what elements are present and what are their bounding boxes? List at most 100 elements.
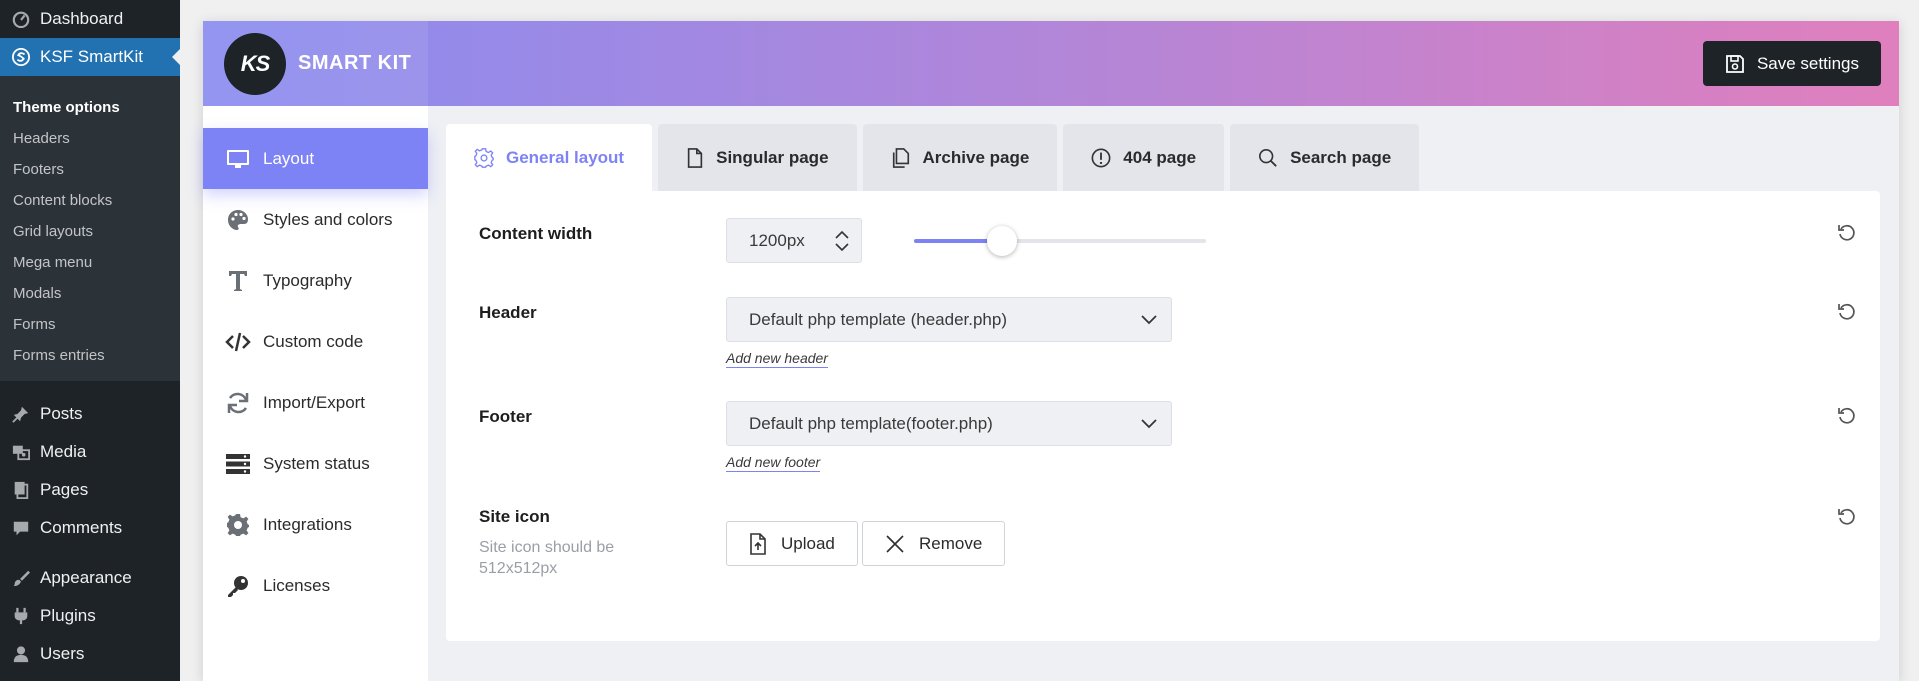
- media-icon: [11, 442, 31, 462]
- nav-label: Custom code: [263, 331, 364, 351]
- wp-submenu-headers[interactable]: Headers: [0, 123, 180, 154]
- content-width-slider[interactable]: [914, 226, 1206, 256]
- files-icon: [891, 147, 911, 168]
- reset-header-icon[interactable]: [1837, 302, 1857, 322]
- footer-label: Footer: [479, 407, 532, 426]
- nav-label: Layout: [263, 148, 315, 168]
- wp-submenu-modals[interactable]: Modals: [0, 278, 180, 309]
- chevron-down-icon[interactable]: [835, 242, 849, 252]
- nav-item-import-export[interactable]: Import/Export: [203, 372, 428, 433]
- general-layout-card: Content width 1200px Header Default php …: [446, 191, 1880, 641]
- tab-label: 404 page: [1123, 147, 1197, 167]
- plugin-icon: [11, 606, 31, 626]
- wp-menu-media[interactable]: Media: [0, 433, 180, 471]
- add-new-header-link[interactable]: Add new header: [726, 349, 828, 368]
- brush-icon: [11, 568, 31, 588]
- smartkit-icon: [11, 47, 31, 67]
- wp-menu-appearance[interactable]: Appearance: [0, 559, 180, 597]
- tab-404-page[interactable]: 404 page: [1063, 124, 1225, 191]
- content-width-row: Content width 1200px: [479, 218, 1880, 268]
- wp-submenu: Theme options Headers Footers Content bl…: [0, 76, 180, 381]
- wp-menu-label: Comments: [40, 518, 123, 537]
- server-icon: [225, 451, 251, 477]
- plugin-nav: Layout Styles and colors Typography Cust…: [203, 106, 428, 681]
- footer-select-value: Default php template(footer.php): [749, 413, 993, 433]
- nav-label: System status: [263, 453, 370, 473]
- wp-menu-users[interactable]: Users: [0, 635, 180, 673]
- palette-icon: [225, 207, 251, 233]
- wp-submenu-mega-menu[interactable]: Mega menu: [0, 247, 180, 278]
- nav-label: Typography: [263, 270, 352, 290]
- reset-content-width-icon[interactable]: [1837, 223, 1857, 243]
- footer-row: Footer Default php template(footer.php) …: [479, 401, 1880, 481]
- nav-item-custom-code[interactable]: Custom code: [203, 311, 428, 372]
- nav-item-licenses[interactable]: Licenses: [203, 555, 428, 616]
- wp-submenu-theme-options[interactable]: Theme options: [0, 92, 180, 123]
- nav-item-styles-and-colors[interactable]: Styles and colors: [203, 189, 428, 250]
- nav-item-integrations[interactable]: Integrations: [203, 494, 428, 555]
- wp-submenu-footers[interactable]: Footers: [0, 154, 180, 185]
- tab-label: Search page: [1290, 147, 1392, 167]
- pages-icon: [11, 480, 31, 500]
- wp-submenu-forms-entries[interactable]: Forms entries: [0, 340, 180, 371]
- header-banner: KS SMART KIT Save settings: [203, 21, 1899, 106]
- chevron-up-icon[interactable]: [835, 230, 849, 239]
- brand-logo: KS: [224, 32, 286, 95]
- code-icon: [225, 329, 251, 355]
- wp-menu-pages[interactable]: Pages: [0, 471, 180, 509]
- nav-label: Licenses: [263, 575, 331, 595]
- wp-submenu-content-blocks[interactable]: Content blocks: [0, 185, 180, 216]
- wp-menu-comments[interactable]: Comments: [0, 509, 180, 547]
- nav-item-layout[interactable]: Layout: [203, 128, 428, 189]
- wp-menu-plugins[interactable]: Plugins: [0, 597, 180, 635]
- nav-item-system-status[interactable]: System status: [203, 433, 428, 494]
- header-select[interactable]: Default php template (header.php): [726, 297, 1172, 342]
- tab-general-layout[interactable]: General layout: [446, 124, 653, 191]
- wp-menu-posts[interactable]: Posts: [0, 395, 180, 433]
- tab-label: General layout: [506, 147, 625, 167]
- nav-label: Integrations: [263, 514, 352, 534]
- slider-thumb[interactable]: [986, 226, 1017, 256]
- wp-menu-label: Pages: [40, 480, 89, 499]
- content-width-input[interactable]: 1200px: [726, 218, 862, 263]
- site-icon-row: Site icon Site icon should be 512x512px …: [479, 507, 1880, 617]
- nav-label: Import/Export: [263, 392, 366, 412]
- reset-footer-icon[interactable]: [1837, 406, 1857, 426]
- nav-label: Styles and colors: [263, 209, 393, 229]
- user-icon: [11, 644, 31, 664]
- wp-admin-sidebar: Dashboard KSF SmartKit Theme options Hea…: [0, 0, 180, 681]
- footer-select[interactable]: Default php template(footer.php): [726, 401, 1172, 446]
- monitor-icon: [225, 146, 251, 172]
- wp-menu-label: Media: [40, 442, 87, 461]
- save-settings-label: Save settings: [1756, 53, 1859, 73]
- wp-menu-label: KSF SmartKit: [40, 47, 143, 66]
- pin-icon: [11, 404, 31, 424]
- remove-button[interactable]: Remove: [862, 521, 1006, 566]
- typography-icon: [225, 268, 251, 294]
- wp-submenu-forms[interactable]: Forms: [0, 309, 180, 340]
- wp-menu-label: Plugins: [40, 606, 96, 625]
- wp-menu-smartkit[interactable]: KSF SmartKit: [0, 38, 180, 76]
- save-settings-button[interactable]: Save settings: [1702, 41, 1881, 86]
- reset-site-icon-icon[interactable]: [1837, 507, 1857, 527]
- content-width-value: 1200px: [749, 230, 805, 250]
- upload-button[interactable]: Upload: [726, 521, 858, 566]
- upload-file-icon: [749, 532, 767, 555]
- wp-submenu-grid-layouts[interactable]: Grid layouts: [0, 216, 180, 247]
- content-width-label: Content width: [479, 224, 593, 243]
- alert-icon: [1091, 148, 1111, 168]
- save-icon: [1725, 54, 1745, 74]
- wp-menu-label: Users: [40, 644, 85, 663]
- tab-archive-page[interactable]: Archive page: [862, 124, 1058, 191]
- tab-search-page[interactable]: Search page: [1230, 124, 1420, 191]
- add-new-footer-link[interactable]: Add new footer: [726, 453, 821, 472]
- tab-singular-page[interactable]: Singular page: [658, 124, 857, 191]
- brand: KS SMART KIT: [203, 21, 428, 106]
- key-icon: [225, 573, 251, 599]
- content-width-stepper: [827, 230, 857, 252]
- wp-menu-label: Posts: [40, 404, 83, 423]
- nav-item-typography[interactable]: Typography: [203, 250, 428, 311]
- upload-label: Upload: [781, 533, 835, 553]
- sync-icon: [225, 390, 251, 416]
- wp-menu-dashboard[interactable]: Dashboard: [0, 0, 180, 38]
